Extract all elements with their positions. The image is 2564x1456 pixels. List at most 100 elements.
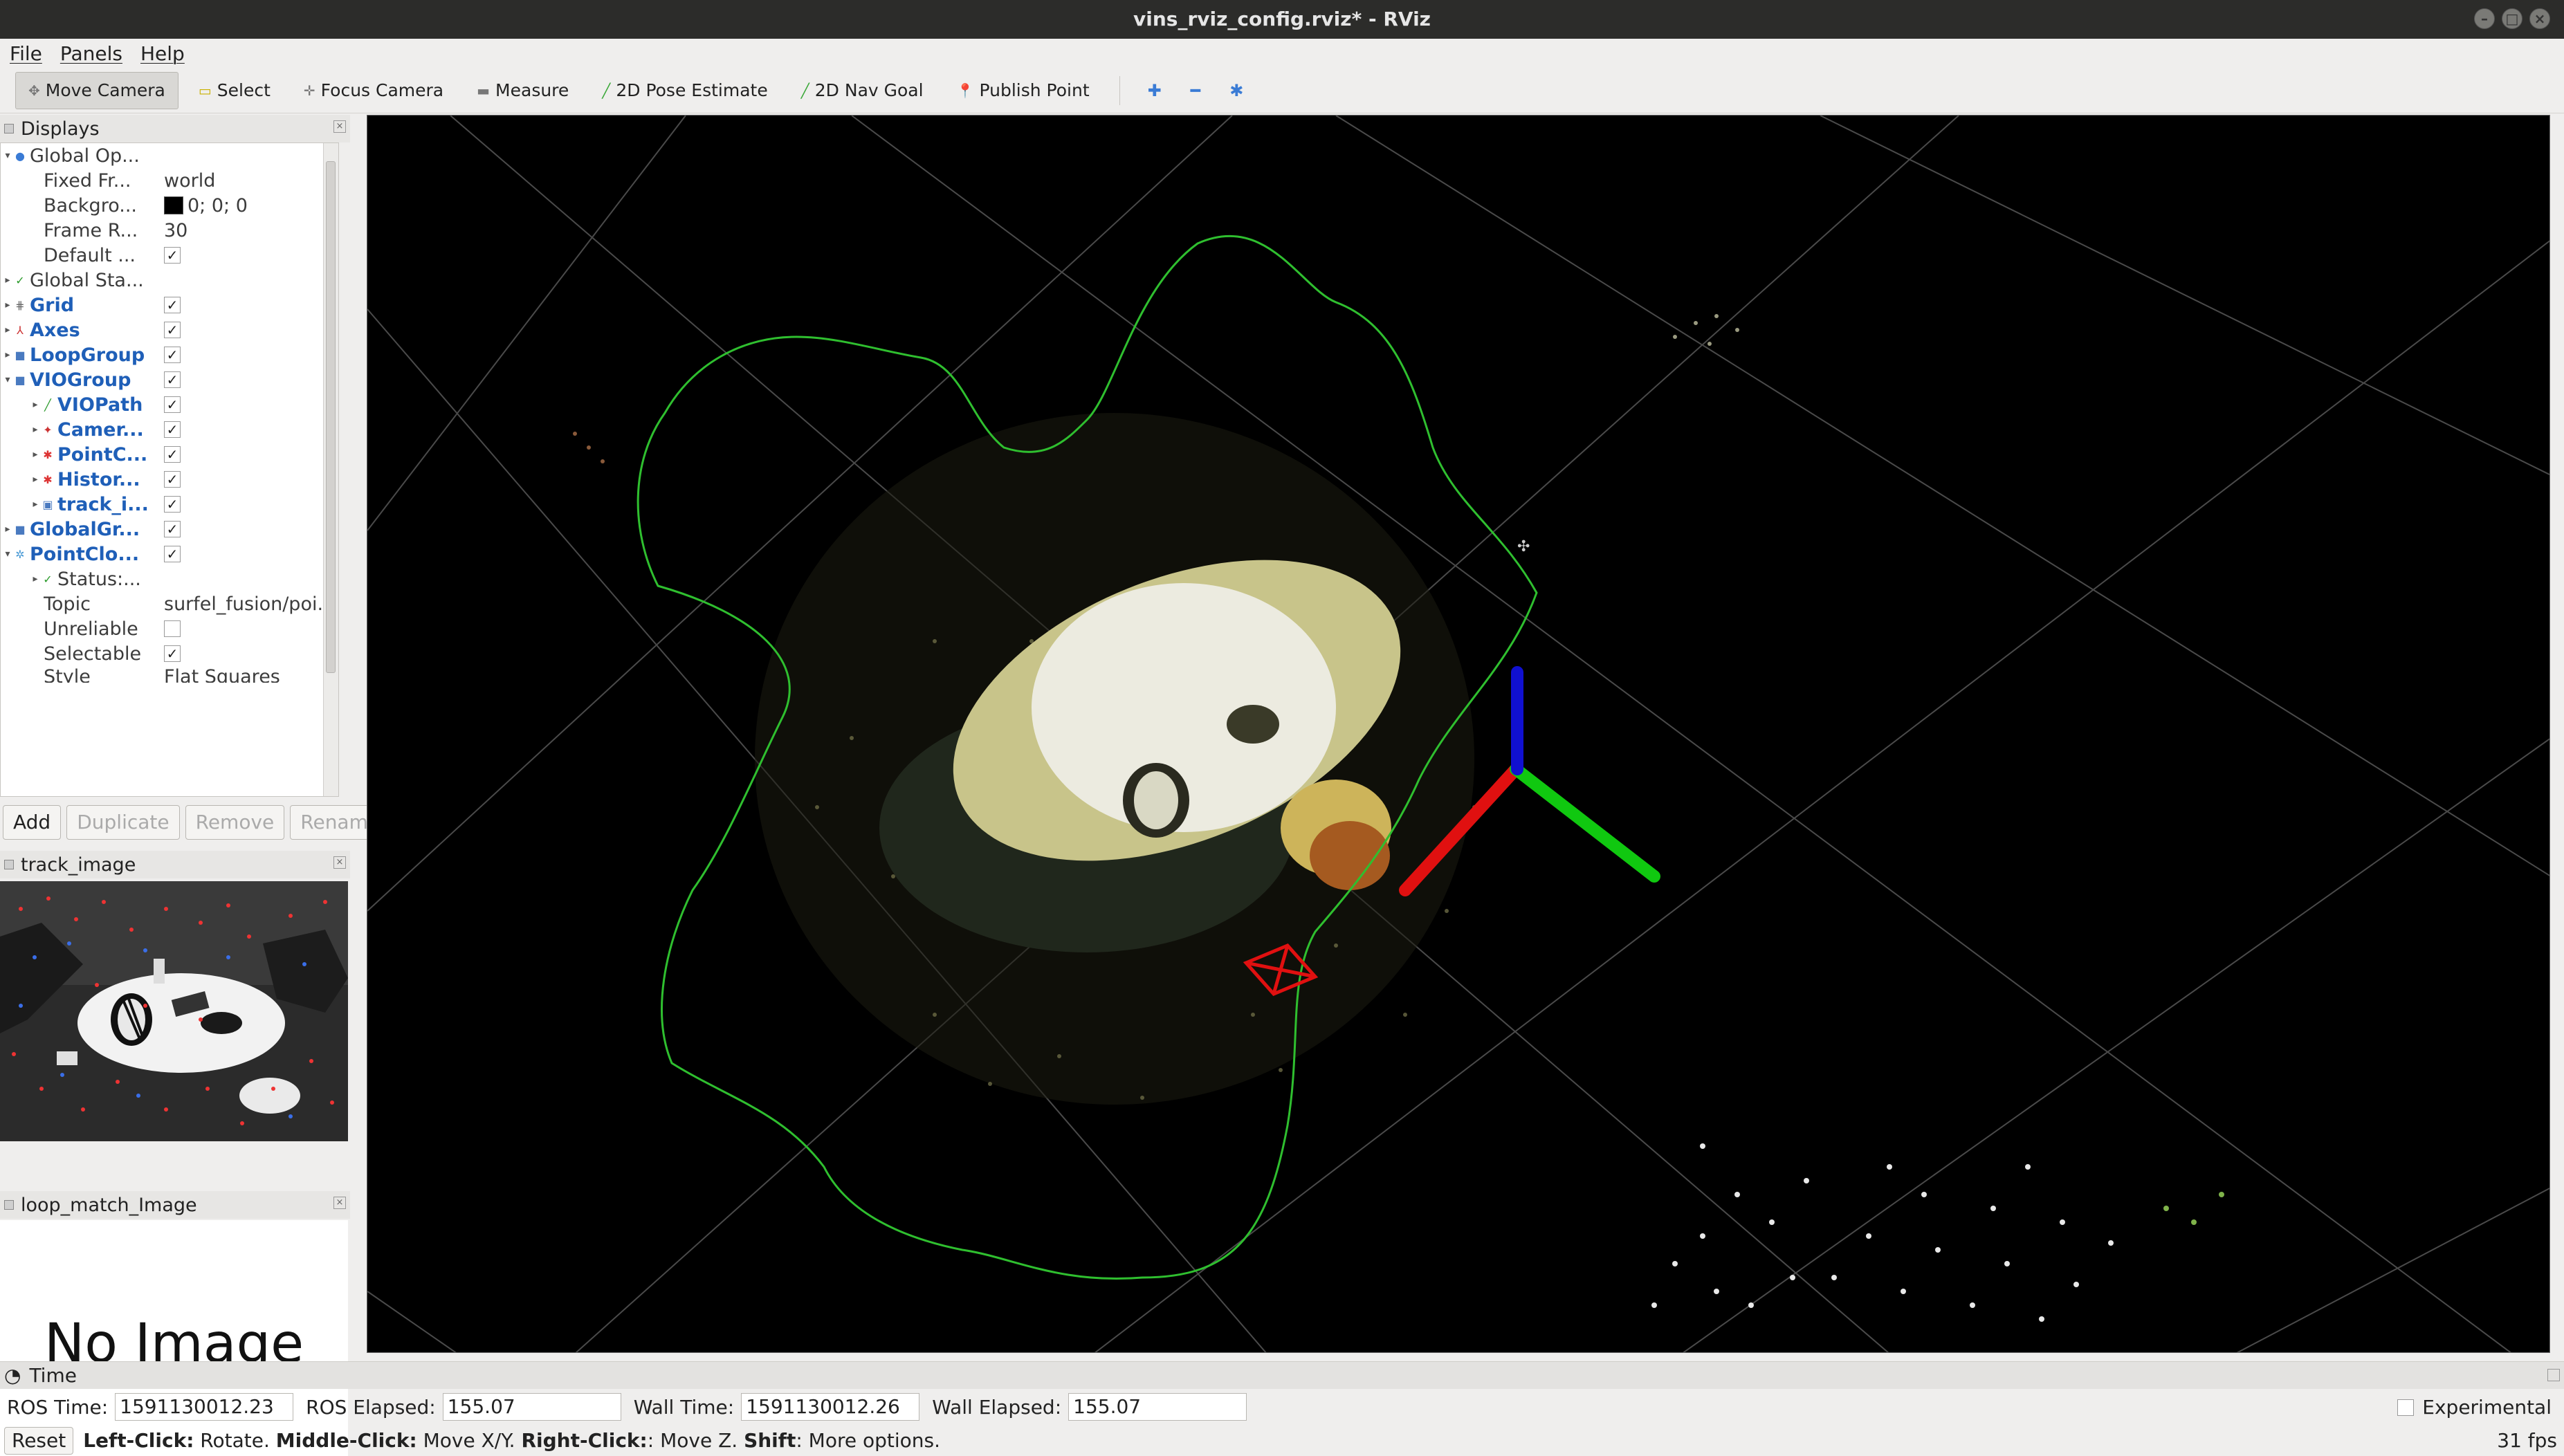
vio-group-label: VIOGroup [30, 369, 131, 391]
color-swatch[interactable] [164, 196, 183, 214]
tree-scrollbar[interactable] [323, 143, 338, 796]
tree-row-style[interactable]: Style Flat Squares [1, 666, 338, 683]
tree-row-history[interactable]: ▸ ✱ Histor... ✓ [1, 467, 338, 492]
maximize-icon[interactable]: □ [2502, 8, 2522, 29]
panel-close-icon[interactable] [2547, 1369, 2560, 1381]
track-image-checkbox[interactable]: ✓ [164, 496, 181, 513]
loop-group-checkbox[interactable]: ✓ [164, 347, 181, 363]
tree-row-grid[interactable]: ▸ ⋕ Grid ✓ [1, 293, 338, 317]
expand-arrow-icon[interactable]: ▸ [28, 449, 42, 460]
tree-row-default-light[interactable]: Default ... ✓ [1, 243, 338, 268]
topic-label: Topic [44, 593, 91, 615]
collapse-arrow-icon[interactable]: ▾ [1, 150, 15, 161]
panel-close-icon[interactable]: × [333, 856, 346, 869]
expand-arrow-icon[interactable]: ▸ [1, 324, 15, 335]
add-tool-icon[interactable]: ✚ [1137, 81, 1173, 100]
move-camera-button[interactable]: ✥ Move Camera [15, 71, 178, 109]
expand-arrow-icon[interactable]: ▸ [28, 499, 42, 510]
vio-path-checkbox[interactable]: ✓ [164, 396, 181, 413]
ros-time-field[interactable]: 1591130012.23 [115, 1393, 294, 1421]
reset-button[interactable]: Reset [4, 1426, 74, 1455]
focus-camera-button[interactable]: ✛ Focus Camera [291, 72, 457, 109]
experimental-toggle[interactable]: Experimental [2397, 1396, 2552, 1419]
wall-time-field[interactable]: 1591130012.26 [741, 1393, 920, 1421]
tree-row-point-cloud2[interactable]: ▾ ✲ PointClo... ✓ [1, 542, 338, 566]
measure-button[interactable]: ▬ Measure [464, 72, 582, 109]
menu-panels[interactable]: Panels [60, 42, 122, 65]
tree-row-axes[interactable]: ▸ ⅄ Axes ✓ [1, 317, 338, 342]
remove-button[interactable]: Remove [185, 805, 285, 840]
unreliable-checkbox[interactable] [164, 620, 181, 637]
collapse-arrow-icon[interactable]: ▾ [1, 374, 15, 385]
style-value[interactable]: Flat Squares [164, 666, 280, 683]
tree-row-track-image[interactable]: ▸ ▣ track_i... ✓ [1, 492, 338, 517]
close-icon[interactable]: × [2529, 8, 2550, 29]
expand-arrow-icon[interactable]: ▸ [28, 573, 42, 584]
experimental-checkbox[interactable] [2397, 1399, 2415, 1416]
panel-close-icon[interactable]: × [333, 1197, 346, 1209]
add-button[interactable]: Add [3, 805, 62, 840]
tree-row-point-cloud[interactable]: ▸ ✱ PointC... ✓ [1, 442, 338, 467]
tool-properties-icon[interactable]: ✱ [1218, 81, 1254, 100]
displays-panel-header: Displays × [0, 115, 350, 142]
expand-arrow-icon[interactable]: ▸ [1, 524, 15, 535]
tree-row-selectable[interactable]: Selectable ✓ [1, 641, 338, 666]
nav-goal-button[interactable]: ╱ 2D Nav Goal [788, 72, 937, 109]
tree-row-topic[interactable]: Topic surfel_fusion/poi... [1, 591, 338, 616]
camera-checkbox[interactable]: ✓ [164, 421, 181, 438]
background-value[interactable]: 0; 0; 0 [164, 195, 248, 216]
scrollbar-thumb[interactable] [326, 161, 336, 673]
global-group-checkbox[interactable]: ✓ [164, 521, 181, 537]
expand-arrow-icon[interactable]: ▸ [1, 275, 15, 286]
pose-estimate-icon: ╱ [602, 82, 611, 99]
topic-value[interactable]: surfel_fusion/poi... [164, 593, 335, 615]
tree-row-frame-rate[interactable]: Frame R... 30 [1, 218, 338, 243]
panel-splitter[interactable] [353, 115, 367, 1353]
expand-arrow-icon[interactable]: ▸ [28, 474, 42, 485]
fixed-frame-value[interactable]: world [164, 170, 215, 192]
render-3d-view[interactable]: ✣ [367, 115, 2550, 1353]
panel-close-icon[interactable]: × [333, 120, 346, 133]
tree-row-loop-group[interactable]: ▸ ■ LoopGroup ✓ [1, 342, 338, 367]
remove-tool-icon[interactable]: ━ [1180, 81, 1211, 100]
tree-row-vio-path[interactable]: ▸ ╱ VIOPath ✓ [1, 392, 338, 417]
expand-arrow-icon[interactable]: ▸ [1, 349, 15, 360]
tree-row-global-status[interactable]: ▸ ✓ Global Sta... [1, 268, 338, 293]
menu-help[interactable]: Help [140, 42, 185, 65]
minimize-icon[interactable]: – [2474, 8, 2495, 29]
scene-canvas[interactable]: ✣ [367, 116, 2550, 1353]
menu-file[interactable]: File [10, 42, 42, 65]
camera-label: Camer... [57, 418, 144, 441]
wall-elapsed-field[interactable]: 155.07 [1068, 1393, 1247, 1421]
tree-row-background[interactable]: Backgro... 0; 0; 0 [1, 193, 338, 218]
tree-row-fixed-frame[interactable]: Fixed Fr... world [1, 168, 338, 193]
measure-icon: ▬ [477, 82, 491, 99]
vio-group-checkbox[interactable]: ✓ [164, 371, 181, 388]
window-titlebar: vins_rviz_config.rviz* - RViz – □ × [0, 0, 2564, 39]
point-cloud-checkbox[interactable]: ✓ [164, 446, 181, 463]
expand-arrow-icon[interactable]: ▸ [28, 424, 42, 435]
tree-row-global-options[interactable]: ▾ ● Global Op... [1, 143, 338, 168]
status-ok-icon: ✓ [15, 273, 25, 287]
expand-arrow-icon[interactable]: ▸ [1, 300, 15, 311]
pose-estimate-button[interactable]: ╱ 2D Pose Estimate [589, 72, 780, 109]
default-light-checkbox[interactable]: ✓ [164, 247, 181, 264]
axes-checkbox[interactable]: ✓ [164, 322, 181, 338]
collapse-arrow-icon[interactable]: ▾ [1, 549, 15, 560]
expand-arrow-icon[interactable]: ▸ [28, 399, 42, 410]
tree-row-status[interactable]: ▸ ✓ Status:... [1, 566, 338, 591]
selectable-checkbox[interactable]: ✓ [164, 645, 181, 662]
options-icon: ● [15, 149, 25, 163]
history-checkbox[interactable]: ✓ [164, 471, 181, 488]
tree-row-vio-group[interactable]: ▾ ■ VIOGroup ✓ [1, 367, 338, 392]
point-cloud2-checkbox[interactable]: ✓ [164, 546, 181, 562]
frame-rate-value[interactable]: 30 [164, 220, 187, 241]
tree-row-camera[interactable]: ▸ ✦ Camer... ✓ [1, 417, 338, 442]
publish-point-button[interactable]: 📍 Publish Point [944, 72, 1103, 109]
select-button[interactable]: ▭ Select [185, 72, 284, 109]
duplicate-button[interactable]: Duplicate [66, 805, 180, 840]
tree-row-unreliable[interactable]: Unreliable [1, 616, 338, 641]
tree-row-global-group[interactable]: ▸ ■ GlobalGr... ✓ [1, 517, 338, 542]
ros-elapsed-field[interactable]: 155.07 [442, 1393, 621, 1421]
grid-checkbox[interactable]: ✓ [164, 297, 181, 313]
